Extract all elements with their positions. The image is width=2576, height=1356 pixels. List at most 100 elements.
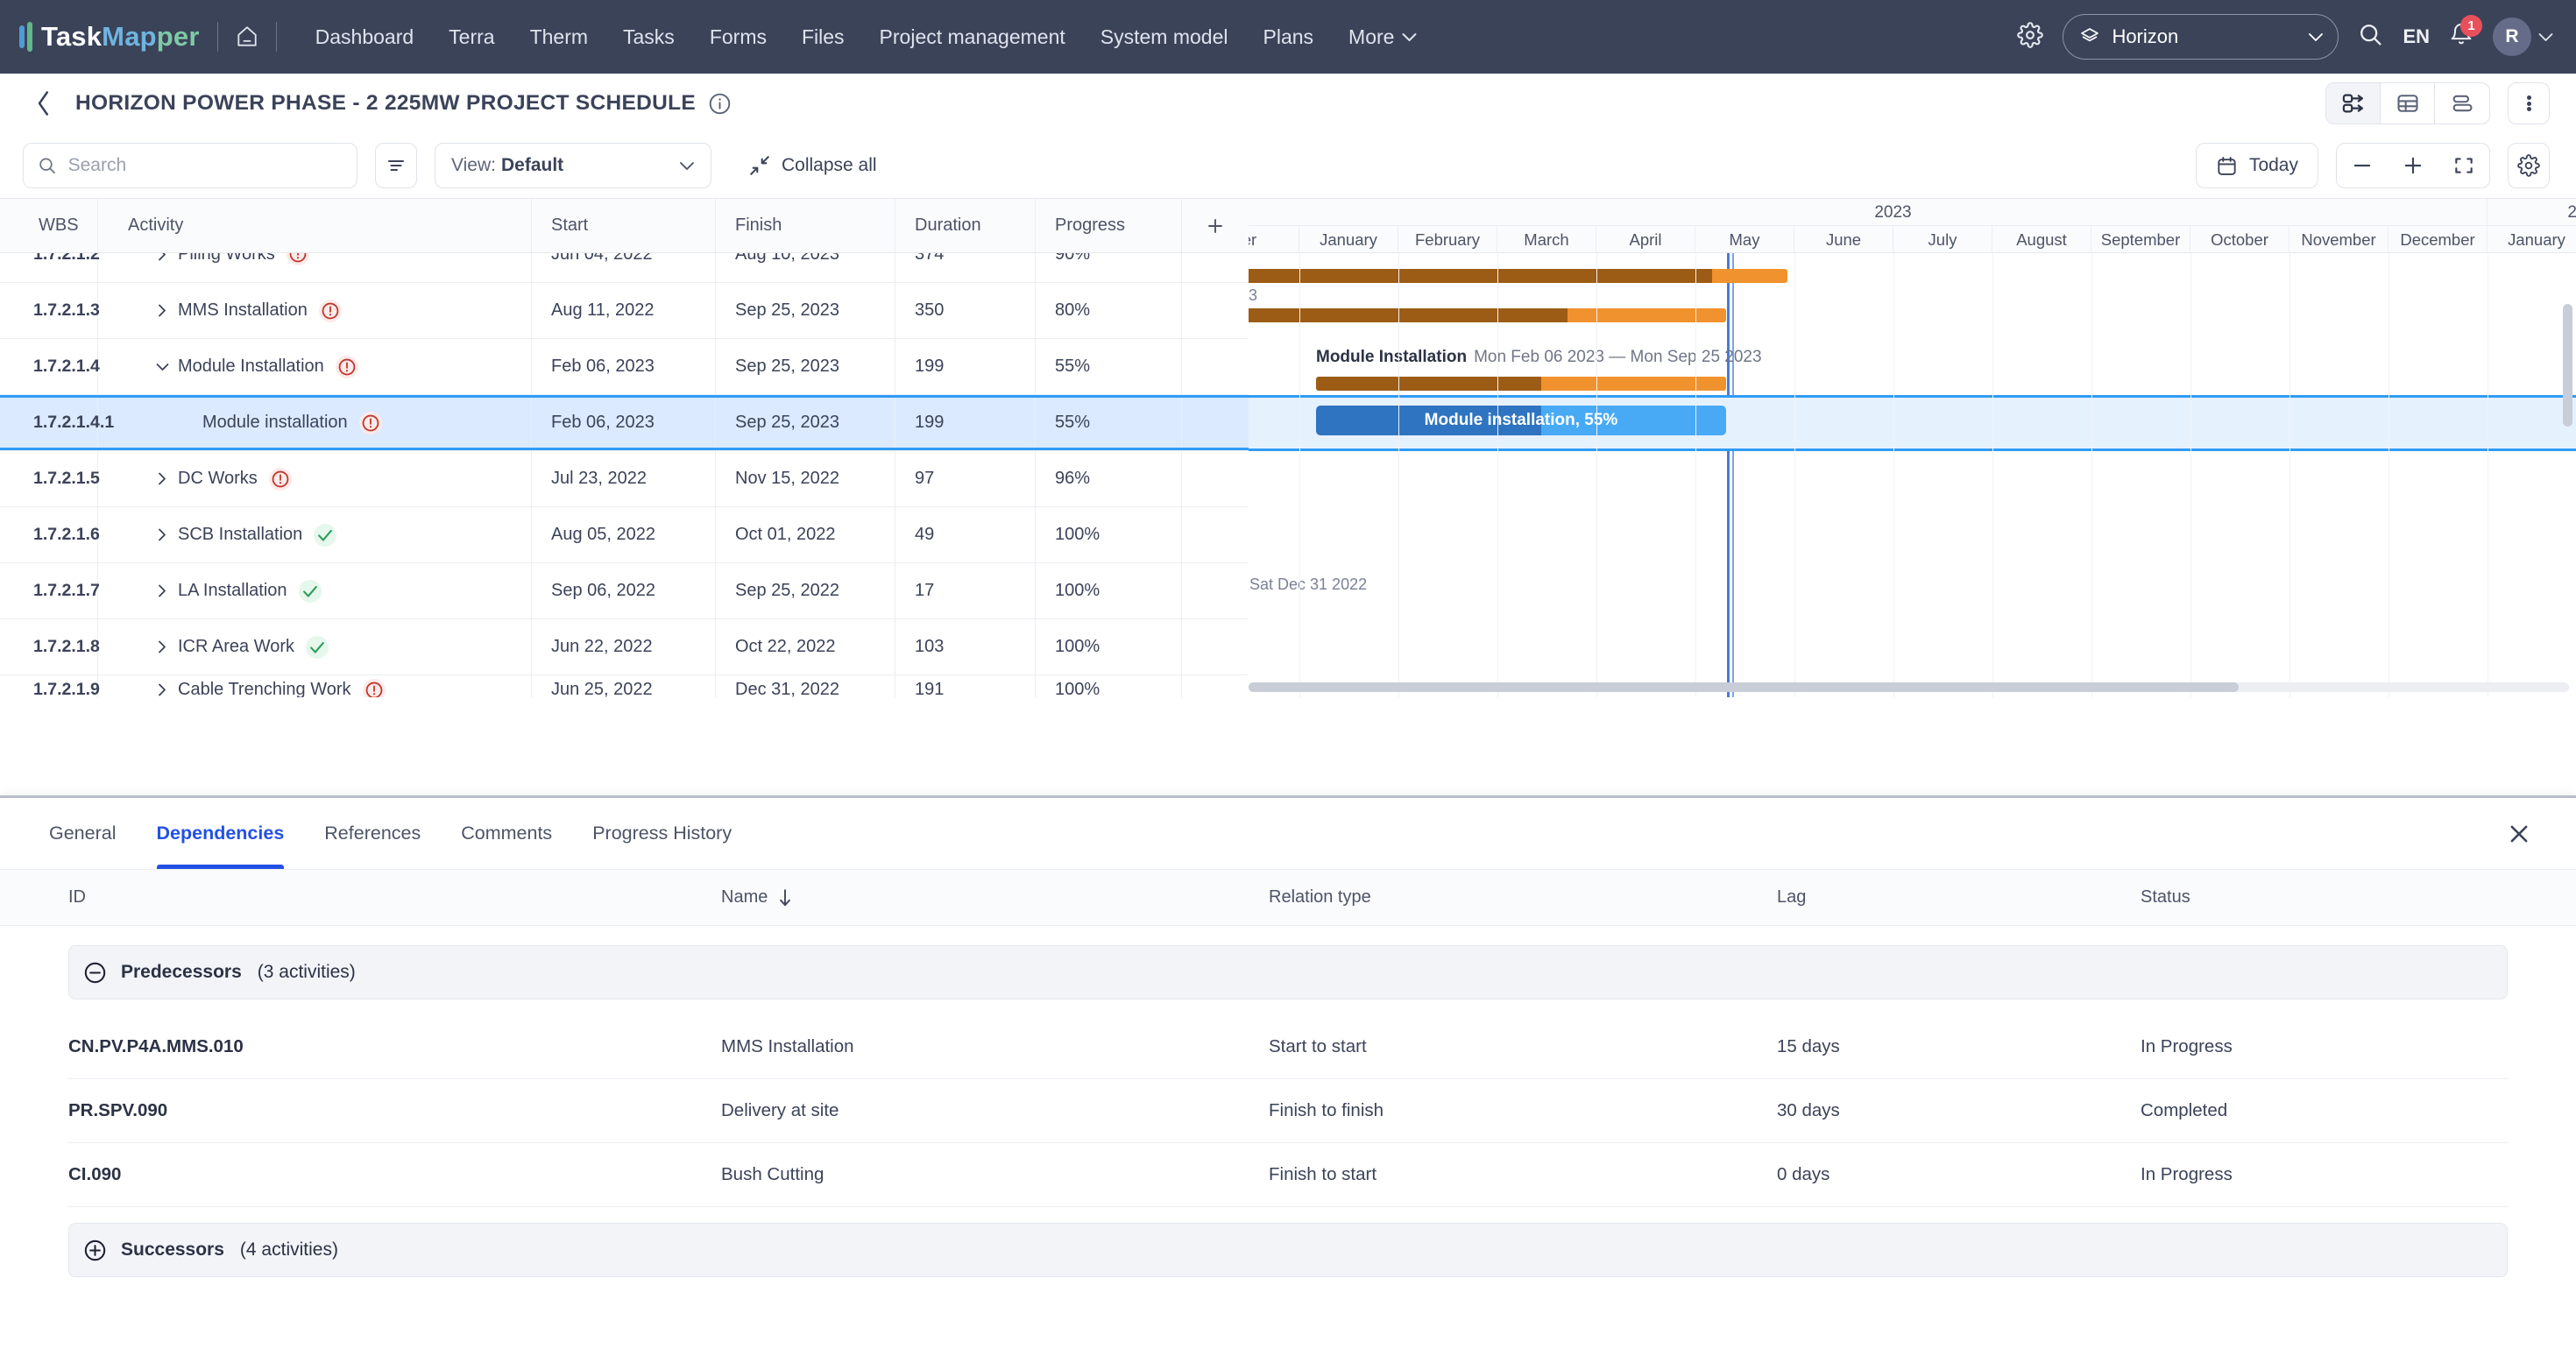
alert-icon[interactable] [362,678,386,697]
tab-progress-history[interactable]: Progress History [592,798,732,869]
home-icon[interactable] [236,25,258,49]
timeline-vertical-scrollbar[interactable] [2563,304,2572,427]
column-header-name[interactable]: Name [721,887,1269,908]
gantt-row[interactable]: 1.7.2.1.8 ICR Area Work Jun 22, 2022 Oct 22… [0,619,1249,675]
alert-icon[interactable] [286,253,309,265]
tab-general[interactable]: General [49,798,117,869]
column-header-relation-type[interactable]: Relation type [1269,887,1777,908]
settings-gear-icon[interactable] [2017,21,2044,53]
nav-link-dashboard[interactable]: Dashboard [315,25,414,49]
gantt-row[interactable]: 1.7.2.1.7 LA Installation Sep 06, 2022 Sep … [0,563,1249,619]
gantt-row[interactable]: 1.7.2.1.4 Module Installation Feb 06, 2023… [0,339,1249,395]
gantt-bar[interactable] [1249,269,1787,283]
gantt-bar-label: Module installation, 55% [1424,411,1618,429]
add-column-button[interactable] [1182,199,1249,252]
close-panel-button[interactable] [2506,821,2532,851]
gantt-row[interactable]: 1.7.2.1.2 Piling Works Jun 04, 2022 Aug 10,… [0,253,1249,283]
timeline-horizontal-scrollbar[interactable] [1249,682,2569,692]
brand-part-3: per [156,21,200,52]
column-header-wbs[interactable]: WBS [0,199,98,252]
column-header-duration[interactable]: Duration [895,199,1036,252]
table-row[interactable]: CN.PV.P4A.MMS.010 MMS Installation Start t… [68,1015,2508,1079]
notifications-button[interactable]: 1 [2449,15,2482,52]
title-bar-actions [2325,82,2550,124]
check-icon[interactable] [314,523,337,547]
check-icon[interactable] [306,635,329,659]
check-icon[interactable] [298,579,322,603]
expand-twisty-icon[interactable] [152,640,172,653]
gantt-bar-selected[interactable]: Module installation, 55% [1316,406,1726,435]
cell-wbs: 1.7.2.1.4 [0,339,100,394]
app-logo[interactable]: TaskMapper [19,21,200,53]
nav-link-terra[interactable]: Terra [449,25,494,49]
gantt-row-selected[interactable]: 1.7.2.1.4.1 Module installation Feb 06, 20… [0,395,1249,451]
column-header-activity[interactable]: Activity [98,199,532,252]
gantt-settings-button[interactable] [2508,143,2550,188]
column-header-id[interactable]: ID [68,887,721,908]
fullscreen-button[interactable] [2438,144,2489,187]
tab-comments[interactable]: Comments [461,798,552,869]
view-mode-table[interactable] [2381,83,2435,124]
gantt-grid-rows: 1.7.2.1.2 Piling Works Jun 04, 2022 Aug 10,… [0,253,1249,697]
nav-link-tasks[interactable]: Tasks [623,25,675,49]
expand-twisty-icon[interactable] [152,683,172,696]
nav-link-more[interactable]: More [1348,25,1417,49]
zoom-in-button[interactable] [2388,144,2438,187]
nav-link-project-management[interactable]: Project management [880,25,1065,49]
view-mode-gantt[interactable] [2326,83,2381,124]
group-header-predecessors[interactable]: Predecessors (3 activities) [68,945,2508,999]
today-button[interactable]: Today [2195,143,2318,188]
timeline-year-header: 20232024 [1249,199,2576,226]
zoom-out-button[interactable] [2337,144,2388,187]
global-search-icon[interactable] [2358,22,2383,52]
nav-link-forms[interactable]: Forms [710,25,767,49]
nav-link-files[interactable]: Files [802,25,845,49]
alert-icon[interactable] [318,299,342,322]
tab-references[interactable]: References [324,798,421,869]
group-header-successors[interactable]: Successors (4 activities) [68,1223,2508,1277]
collapse-all-button[interactable]: Collapse all [748,154,877,177]
cell-relation-type: Start to start [1269,1036,1367,1056]
alert-icon[interactable] [358,411,382,434]
collapse-icon [750,156,769,175]
column-header-lag[interactable]: Lag [1777,887,2141,908]
project-selector[interactable]: Horizon [2063,14,2339,60]
nav-link-system-model[interactable]: System model [1100,25,1228,49]
user-menu[interactable]: R [2493,18,2553,56]
alert-icon[interactable] [335,355,358,378]
view-mode-board[interactable] [2435,83,2489,124]
nav-link-therm[interactable]: Therm [530,25,588,49]
search-box[interactable] [23,143,357,188]
search-input[interactable] [67,155,343,176]
column-header-progress[interactable]: Progress [1036,199,1182,252]
expand-twisty-icon[interactable] [152,253,172,261]
nav-link-plans[interactable]: Plans [1263,25,1314,49]
collapse-twisty-icon[interactable] [152,363,172,371]
gantt-row[interactable]: 1.7.2.1.5 DC Works Jul 23, 2022 Nov 15, 202… [0,451,1249,507]
view-selector[interactable]: View: Default [435,143,711,188]
gantt-row[interactable]: 1.7.2.1.6 SCB Installation Aug 05, 2022 Oct… [0,507,1249,563]
column-header-start[interactable]: Start [532,199,716,252]
tab-dependencies[interactable]: Dependencies [156,798,284,869]
expand-twisty-icon[interactable] [152,472,172,485]
gantt-row[interactable]: 1.7.2.1.3 MMS Installation Aug 11, 2022 Sep… [0,283,1249,339]
gantt-bar[interactable] [1316,377,1726,391]
gantt-bar[interactable] [1249,308,1726,322]
info-icon[interactable] [708,92,732,116]
table-row[interactable]: CI.090 Bush Cutting Finish to start 0 days I… [68,1143,2508,1207]
back-button[interactable] [35,90,53,117]
column-header-finish[interactable]: Finish [716,199,895,252]
alert-icon[interactable] [268,467,292,491]
table-row[interactable]: PR.SPV.090 Delivery at site Finish to fini… [68,1079,2508,1143]
gantt-row[interactable]: 1.7.2.1.9 Cable Trenching Work Jun 25, 202… [0,675,1249,697]
filter-button[interactable] [375,143,417,188]
timeline-month-cell: May [1695,226,1794,253]
column-header-status[interactable]: Status [2141,887,2508,908]
expand-twisty-icon[interactable] [152,304,172,317]
expand-twisty-icon[interactable] [152,528,172,541]
timeline-body: 23 Module Installation Mon Feb 06 2023 — … [1249,253,2576,697]
expand-twisty-icon[interactable] [152,584,172,597]
language-selector[interactable]: EN [2403,25,2430,48]
more-options-button[interactable] [2508,82,2550,124]
calendar-icon [2218,156,2236,175]
